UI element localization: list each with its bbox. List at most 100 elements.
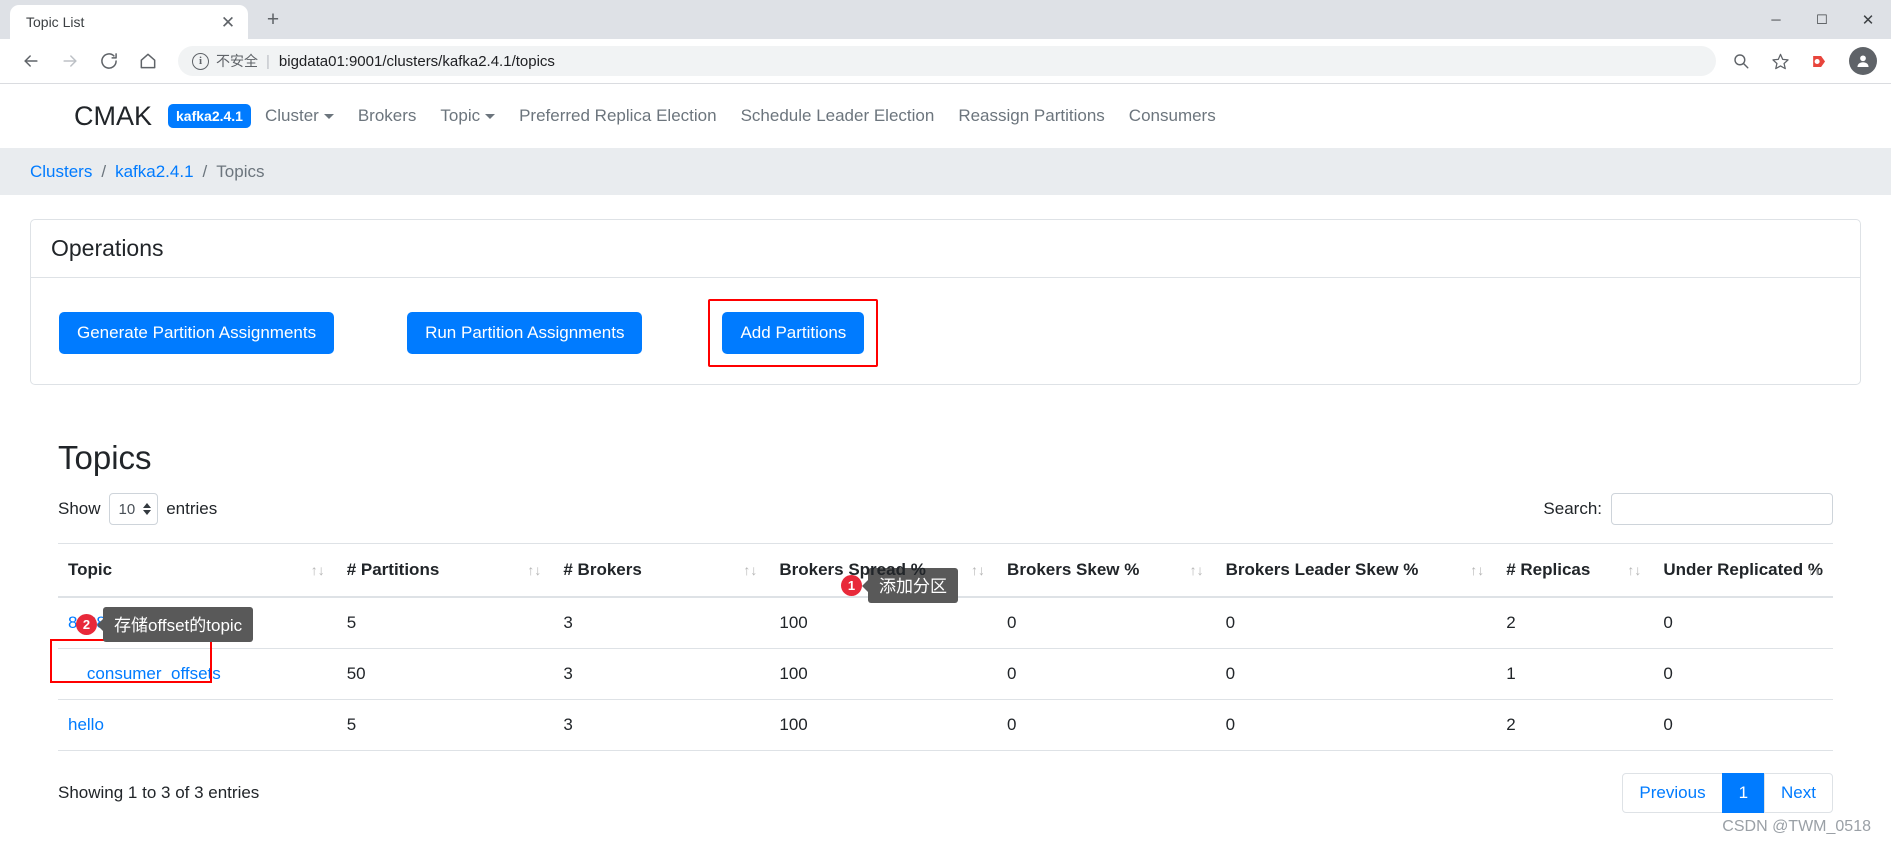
new-tab-button[interactable]: +: [256, 3, 290, 37]
pagination: Previous 1 Next: [1622, 773, 1833, 813]
sort-icon: ↑↓: [1807, 562, 1821, 578]
search-input[interactable]: [1611, 493, 1833, 525]
table-controls: Show 10 entries Search:: [58, 493, 1833, 525]
cell-brokers-leader-skew: 0: [1215, 699, 1497, 751]
pagination-next[interactable]: Next: [1764, 773, 1833, 813]
cell-brokers-leader-skew: 0: [1215, 648, 1497, 700]
cell-brokers: 3: [553, 648, 770, 700]
home-icon[interactable]: [131, 44, 165, 78]
cell-topic: hello: [58, 699, 337, 751]
cell-replicas: 1: [1496, 648, 1654, 700]
generate-partition-assignments-button[interactable]: Generate Partition Assignments: [59, 312, 335, 354]
nav-item-cluster-label: Cluster: [264, 106, 319, 125]
stepper-arrows-icon: [143, 503, 152, 515]
cell-under-replicated: 0: [1653, 648, 1833, 700]
pagination-previous[interactable]: Previous: [1622, 773, 1723, 813]
topic-link[interactable]: hello: [68, 715, 104, 734]
highlight-rectangle-consumer-offsets: [50, 639, 212, 683]
maximize-icon[interactable]: ☐: [1799, 0, 1845, 39]
security-label: 不安全: [216, 53, 258, 69]
annotation-2: 2 存储offset的topic: [76, 607, 254, 642]
column-header-brokers-spread[interactable]: Brokers Spread % ↑↓: [769, 543, 998, 598]
page-length-select[interactable]: 10: [108, 493, 159, 525]
window-controls: ─ ☐ ✕: [1753, 0, 1891, 39]
info-circle-icon[interactable]: i: [192, 52, 209, 70]
add-partitions-slot: Add Partitions: [708, 299, 879, 367]
show-label: Show: [58, 499, 101, 518]
page-length-control: Show 10 entries: [58, 493, 217, 525]
column-label: Brokers Skew %: [1007, 560, 1140, 579]
table-row: hello 5 3 100 0 0 2 0: [58, 699, 1833, 751]
zoom-icon[interactable]: [1724, 44, 1758, 78]
pagination-page-1[interactable]: 1: [1721, 773, 1766, 813]
topics-table: Topic ↑↓ # Partitions ↑↓ # Brokers ↑↓ Broke…: [50, 543, 1833, 751]
nav-item-topic-label: Topic: [440, 106, 481, 125]
run-partition-assignments-button[interactable]: Run Partition Assignments: [407, 312, 643, 354]
run-partition-assignments-slot: Run Partition Assignments: [407, 312, 643, 354]
cell-replicas: 2: [1496, 699, 1654, 751]
sort-icon: ↑↓: [743, 562, 758, 578]
cell-brokers-skew: 0: [997, 648, 1216, 700]
back-arrow-icon[interactable]: [14, 44, 48, 78]
column-label: Brokers Leader Skew %: [1225, 560, 1419, 579]
column-label: Under Replicated %: [1663, 560, 1823, 579]
cell-partitions: 5: [336, 699, 554, 751]
cell-brokers-spread: 100: [769, 648, 998, 700]
column-label: # Replicas: [1506, 560, 1591, 579]
app-brand[interactable]: CMAK: [74, 101, 152, 132]
sort-icon: ↑↓: [971, 562, 986, 578]
nav-item-schedule-leader-election[interactable]: Schedule Leader Election: [741, 106, 935, 126]
showing-entries-text: Showing 1 to 3 of 3 entries: [58, 783, 260, 802]
sort-icon: ↑↓: [1189, 562, 1204, 578]
column-header-replicas[interactable]: # Replicas ↑↓: [1496, 543, 1654, 598]
add-partitions-button[interactable]: Add Partitions: [722, 312, 865, 354]
column-header-brokers-skew[interactable]: Brokers Skew % ↑↓: [997, 543, 1216, 598]
operations-body: 1 添加分区 Generate Partition Assignments Ru…: [31, 278, 1860, 603]
extension-icon[interactable]: [1802, 44, 1836, 78]
column-header-partitions[interactable]: # Partitions ↑↓: [336, 543, 554, 598]
annotation-text-2: 存储offset的topic: [96, 607, 254, 642]
nav-item-brokers[interactable]: Brokers: [358, 106, 417, 126]
topics-section: Topics Show 10 entries Search: Topic ↑↓ …: [30, 415, 1861, 813]
cluster-version-badge: kafka2.4.1: [168, 104, 251, 128]
column-label: # Brokers: [563, 560, 642, 579]
breadcrumb-clusters[interactable]: Clusters: [30, 162, 92, 182]
nav-item-cluster[interactable]: Cluster: [265, 106, 334, 126]
breadcrumb-separator: /: [101, 161, 107, 181]
operations-button-row: Generate Partition Assignments Run Parti…: [59, 299, 1832, 367]
star-icon[interactable]: [1763, 44, 1797, 78]
omnibox-divider: |: [266, 52, 270, 70]
column-header-under-replicated[interactable]: Under Replicated % ↑↓: [1653, 543, 1833, 598]
nav-item-preferred-replica-election[interactable]: Preferred Replica Election: [519, 106, 716, 126]
breadcrumb-cluster[interactable]: kafka2.4.1: [115, 162, 193, 182]
column-label: # Partitions: [346, 560, 440, 579]
page-content: CMAK kafka2.4.1 Cluster Brokers Topic Pr…: [0, 84, 1891, 842]
topics-heading: Topics: [58, 439, 152, 476]
topics-table-body: 88888888 5 3 100 0 0 2 0 2 存储offse: [50, 597, 1833, 751]
address-bar[interactable]: i 不安全 | bigdata01:9001/clusters/kafka2.4…: [178, 46, 1716, 76]
nav-item-topic[interactable]: Topic: [440, 106, 496, 126]
window-close-icon[interactable]: ✕: [1845, 0, 1891, 39]
browser-tab[interactable]: Topic List ✕: [10, 5, 248, 39]
profile-avatar-icon[interactable]: [1849, 47, 1877, 75]
nav-item-reassign-partitions[interactable]: Reassign Partitions: [958, 106, 1104, 126]
forward-arrow-icon[interactable]: [53, 44, 87, 78]
close-icon[interactable]: ✕: [218, 12, 238, 32]
chevron-down-icon: [485, 114, 496, 120]
sort-icon: ↑↓: [1627, 562, 1642, 578]
column-label: Topic: [68, 560, 113, 579]
nav-item-consumers[interactable]: Consumers: [1129, 106, 1216, 126]
table-row: 88888888 5 3 100 0 0 2 0: [58, 597, 1833, 649]
sort-icon: ↑↓: [310, 562, 325, 578]
column-header-brokers-leader-skew[interactable]: Brokers Leader Skew % ↑↓: [1215, 543, 1497, 598]
breadcrumb-separator: /: [202, 161, 208, 181]
cell-brokers-leader-skew: 0: [1215, 597, 1497, 649]
reload-icon[interactable]: [92, 44, 126, 78]
minimize-icon[interactable]: ─: [1753, 0, 1799, 39]
table-header-row: Topic ↑↓ # Partitions ↑↓ # Brokers ↑↓ Broke…: [58, 543, 1833, 598]
cell-topic: 2 存储offset的topic __consumer_offsets: [50, 607, 337, 700]
column-header-brokers[interactable]: # Brokers ↑↓: [553, 543, 770, 598]
column-header-topic[interactable]: Topic ↑↓: [58, 543, 337, 598]
sort-icon: ↑↓: [1470, 562, 1485, 578]
table-footer: Showing 1 to 3 of 3 entries Previous 1 N…: [58, 751, 1833, 813]
